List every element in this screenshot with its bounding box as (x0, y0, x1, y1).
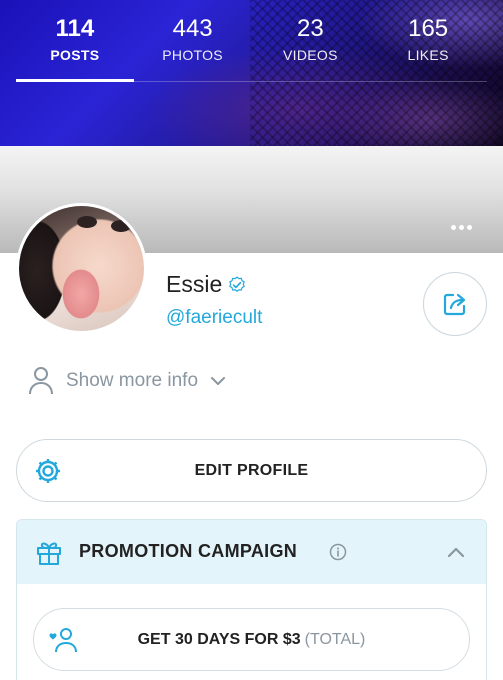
promotion-campaign-title: PROMOTION CAMPAIGN (79, 541, 298, 561)
chevron-down-icon (211, 377, 226, 385)
posts-label: POSTS (50, 47, 100, 63)
show-more-info-toggle[interactable]: Show more info (28, 366, 226, 396)
profile-name: Essie (166, 271, 223, 297)
info-icon[interactable] (329, 543, 347, 561)
tab-photos[interactable]: 443 PHOTOS (134, 0, 252, 81)
offer-suffix: (TOTAL) (304, 630, 366, 648)
stats-tabs: 114 POSTS 443 PHOTOS 23 VIDEOS 165 LIKES (16, 0, 487, 82)
edit-profile-button[interactable]: EDIT PROFILE (16, 439, 487, 502)
promotion-campaign-header[interactable]: PROMOTION CAMPAIGN (17, 520, 486, 584)
share-button[interactable] (423, 272, 487, 336)
edit-profile-label: EDIT PROFILE (194, 461, 309, 479)
likes-count: 165 (408, 15, 449, 42)
tab-posts[interactable]: 114 POSTS (16, 0, 134, 82)
show-more-info-label: Show more info (66, 370, 199, 391)
videos-label: VIDEOS (283, 47, 338, 63)
profile-handle[interactable]: @faeriecult (166, 307, 262, 329)
videos-count: 23 (297, 15, 324, 42)
likes-label: LIKES (407, 47, 449, 63)
subscription-offer-button[interactable]: GET 30 DAYS FOR $3 (TOTAL) (33, 608, 470, 671)
gift-icon (37, 542, 61, 565)
verified-check-icon (229, 275, 246, 292)
tab-videos[interactable]: 23 VIDEOS (252, 0, 370, 81)
photos-label: PHOTOS (162, 47, 223, 63)
gear-icon (36, 459, 60, 483)
chevron-up-icon[interactable] (446, 542, 466, 562)
avatar[interactable] (16, 203, 147, 334)
cover-image: 114 POSTS 443 PHOTOS 23 VIDEOS 165 LIKES (0, 0, 503, 146)
offer-label: GET 30 DAYS FOR $3 (137, 630, 301, 648)
tab-likes[interactable]: 165 LIKES (369, 0, 487, 81)
photos-count: 443 (172, 15, 213, 42)
more-options-icon[interactable] (449, 220, 473, 234)
posts-count: 114 (55, 15, 95, 42)
user-icon (29, 367, 53, 395)
profile-name-row: Essie (166, 271, 246, 298)
share-icon (443, 293, 466, 316)
promotion-campaign-panel: PROMOTION CAMPAIGN GET 30 DAYS FOR $3 (T… (16, 519, 487, 680)
subscriber-heart-icon (49, 628, 77, 653)
